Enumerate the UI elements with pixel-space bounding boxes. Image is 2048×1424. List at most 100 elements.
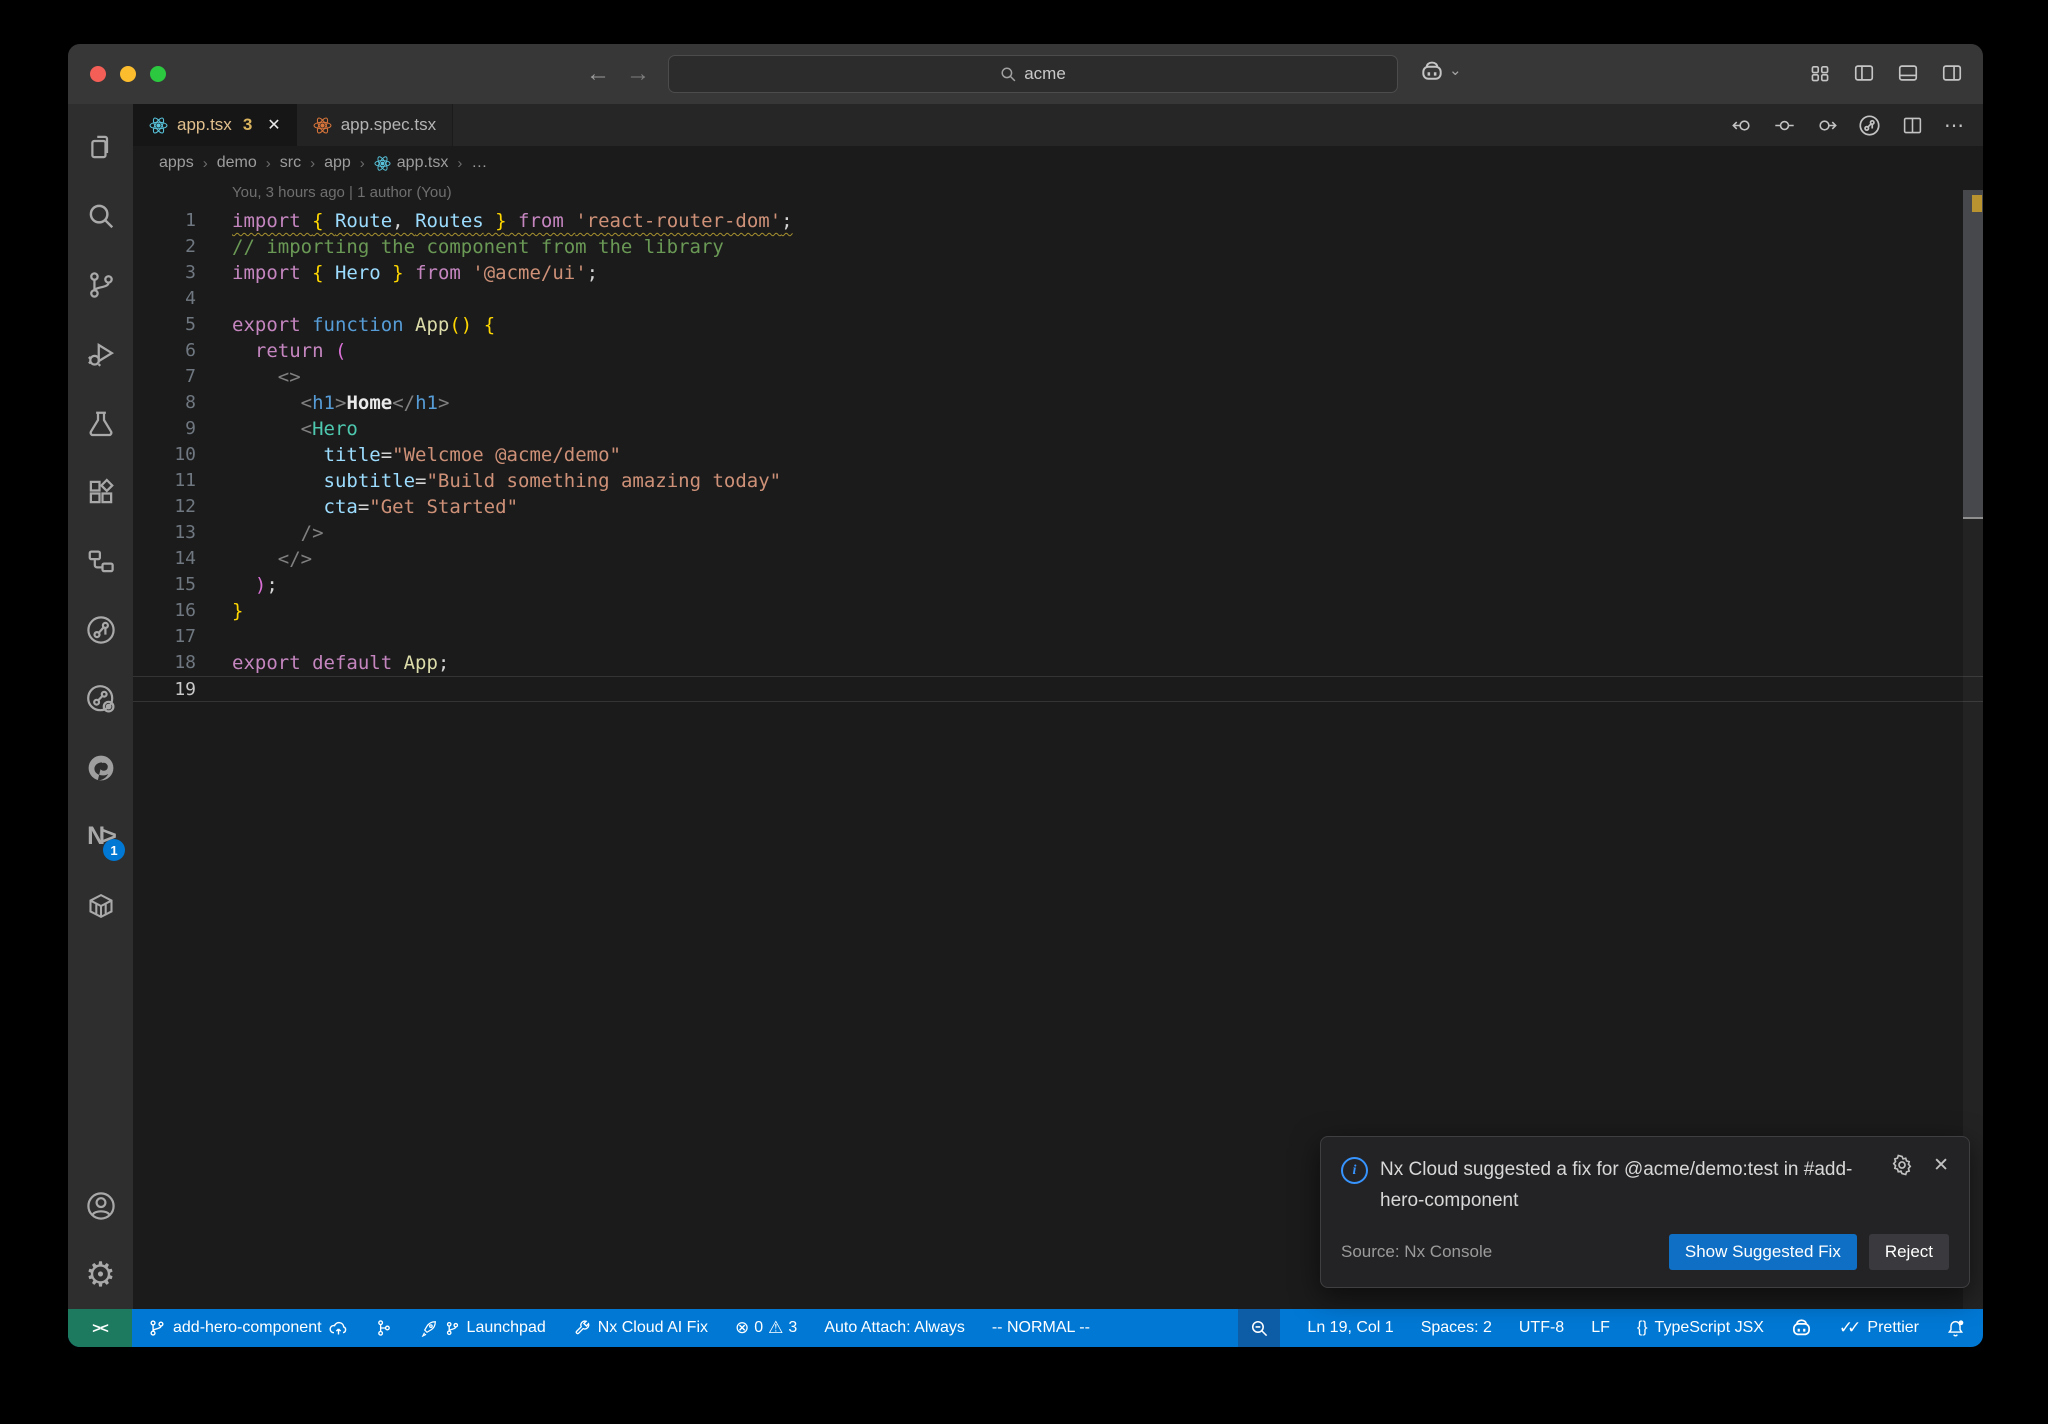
- code-line[interactable]: 6 return (: [133, 338, 1983, 364]
- activity-bar: N> 1 ⚙: [68, 104, 133, 1309]
- auto-attach-item[interactable]: Auto Attach: Always: [824, 1319, 965, 1337]
- line-number: 5: [185, 314, 196, 335]
- testing-icon[interactable]: [68, 388, 133, 457]
- navigate-back-icon[interactable]: [1732, 115, 1753, 136]
- code-line[interactable]: 18 export default App;: [133, 650, 1983, 676]
- zoom-window-button[interactable]: [150, 66, 166, 82]
- breadcrumb-item[interactable]: demo: [217, 154, 257, 172]
- code-line[interactable]: 19: [133, 676, 1983, 702]
- code-line[interactable]: 15 );: [133, 572, 1983, 598]
- explorer-icon[interactable]: [68, 112, 133, 181]
- line-number: 1: [185, 210, 196, 231]
- launchpad-item[interactable]: Launchpad: [420, 1319, 546, 1337]
- search-icon[interactable]: [68, 181, 133, 250]
- reject-button[interactable]: Reject: [1868, 1234, 1949, 1270]
- code-line[interactable]: 2// importing the component from the lib…: [133, 234, 1983, 260]
- code-line[interactable]: 4: [133, 286, 1983, 312]
- zoom-out-item[interactable]: [1238, 1309, 1281, 1347]
- close-window-button[interactable]: [90, 66, 106, 82]
- source-control-icon[interactable]: [68, 250, 133, 319]
- formatter-item[interactable]: ✓✓ Prettier: [1839, 1318, 1919, 1338]
- more-actions-icon[interactable]: ⋯: [1944, 113, 1965, 138]
- command-center-search[interactable]: acme: [668, 55, 1398, 93]
- split-editor-icon[interactable]: [1902, 115, 1923, 136]
- navigate-forward-icon[interactable]: [1816, 115, 1837, 136]
- nx-console-icon[interactable]: N> 1: [68, 802, 133, 871]
- close-tab-icon[interactable]: ✕: [267, 115, 280, 135]
- extensions-icon[interactable]: [68, 457, 133, 526]
- notifications-bell-item[interactable]: [1946, 1319, 1965, 1338]
- code-line[interactable]: 3 import { Hero } from '@acme/ui';: [133, 260, 1983, 286]
- remote-indicator[interactable]: ><: [68, 1309, 132, 1347]
- commit-graph-inspect-icon[interactable]: [68, 664, 133, 733]
- history-forward-button[interactable]: →: [626, 58, 650, 90]
- encoding-item[interactable]: UTF-8: [1519, 1319, 1564, 1337]
- braces-icon: {}: [1636, 1319, 1648, 1336]
- indentation-item[interactable]: Spaces: 2: [1421, 1319, 1492, 1337]
- code-line[interactable]: 1 import { Route, Routes } from 'react-ro…: [133, 208, 1983, 234]
- code-line[interactable]: 17: [133, 624, 1983, 650]
- run-debug-icon[interactable]: [68, 319, 133, 388]
- problems-item[interactable]: ⊗ 0 ⚠ 3: [735, 1318, 797, 1338]
- language-mode-item[interactable]: {} TypeScript JSX: [1637, 1319, 1764, 1337]
- notification-settings-gear-icon[interactable]: [1891, 1154, 1913, 1177]
- status-bar: >< add-hero-component Launchpad Nx Cloud…: [68, 1309, 1983, 1347]
- cursor-position-item[interactable]: Ln 19, Col 1: [1307, 1319, 1393, 1337]
- account-icon[interactable]: [68, 1171, 133, 1240]
- breadcrumb-symbol[interactable]: …: [471, 154, 487, 172]
- line-number: 6: [185, 340, 196, 361]
- code-line[interactable]: 16}: [133, 598, 1983, 624]
- minimize-window-button[interactable]: [120, 66, 136, 82]
- editor[interactable]: apps › demo › src › app › app.tsx › … Yo…: [133, 146, 1983, 1309]
- show-suggested-fix-button[interactable]: Show Suggested Fix: [1668, 1234, 1857, 1270]
- eol-item[interactable]: LF: [1591, 1319, 1610, 1337]
- run-graph-icon[interactable]: [1858, 114, 1881, 137]
- search-icon: [1000, 66, 1017, 83]
- settings-gear-icon[interactable]: ⚙: [68, 1240, 133, 1309]
- containers-icon[interactable]: [68, 871, 133, 940]
- code-line[interactable]: 10 title="Welcmoe @acme/demo": [133, 442, 1983, 468]
- notification-close-icon[interactable]: ✕: [1933, 1154, 1949, 1177]
- toggle-panel-icon[interactable]: [1897, 62, 1919, 84]
- toggle-primary-sidebar-icon[interactable]: [1853, 62, 1875, 84]
- copilot-menu[interactable]: ⌄: [1420, 60, 1462, 84]
- code-line[interactable]: 5 export function App() {: [133, 312, 1983, 338]
- nx-cloud-fix-item[interactable]: Nx Cloud AI Fix: [573, 1319, 708, 1337]
- history-back-button[interactable]: ←: [586, 58, 610, 90]
- edge-tools-icon[interactable]: [68, 733, 133, 802]
- breadcrumb-item[interactable]: src: [280, 154, 301, 172]
- scrollbar-thumb[interactable]: [1963, 190, 1983, 517]
- tab-app-tsx[interactable]: app.tsx 3 ✕: [133, 104, 297, 146]
- line-number: 10: [174, 444, 196, 465]
- vim-mode-item[interactable]: -- NORMAL --: [992, 1319, 1090, 1337]
- code-line[interactable]: 8 <h1>Home</h1>: [133, 390, 1983, 416]
- code-line[interactable]: 11 subtitle="Build something amazing tod…: [133, 468, 1983, 494]
- breadcrumb-file[interactable]: app.tsx: [374, 154, 448, 172]
- code-line[interactable]: 14 </>: [133, 546, 1983, 572]
- breadcrumb-item[interactable]: apps: [159, 154, 194, 172]
- title-bar: ← → acme ⌄: [68, 44, 1983, 104]
- rocket-icon: [420, 1319, 438, 1337]
- copilot-status-item[interactable]: [1791, 1318, 1812, 1339]
- double-check-icon: ✓✓: [1838, 1318, 1861, 1337]
- code-line[interactable]: 9 <Hero: [133, 416, 1983, 442]
- code-line[interactable]: 7 <>: [133, 364, 1983, 390]
- current-position-icon[interactable]: [1774, 115, 1795, 136]
- toggle-secondary-sidebar-icon[interactable]: [1941, 62, 1963, 84]
- react-file-icon: [374, 155, 391, 172]
- project-flow-icon[interactable]: [68, 526, 133, 595]
- git-branch-item[interactable]: add-hero-component: [148, 1319, 348, 1338]
- tab-app-spec-tsx[interactable]: app.spec.tsx: [296, 104, 454, 146]
- code-line[interactable]: 12 cta="Get Started": [133, 494, 1983, 520]
- tab-bar: app.tsx 3 ✕ app.spec.tsx ⋯: [133, 104, 1983, 146]
- customize-layout-icon[interactable]: [1809, 62, 1831, 84]
- line-number: 2: [185, 236, 196, 257]
- copilot-icon: [1791, 1318, 1812, 1339]
- commit-graph-icon[interactable]: [68, 595, 133, 664]
- line-number: 7: [185, 366, 196, 387]
- code-line[interactable]: 13 />: [133, 520, 1983, 546]
- breadcrumb-item[interactable]: app: [324, 154, 351, 172]
- line-number: 4: [185, 288, 196, 309]
- window-controls: [90, 66, 166, 82]
- source-control-graph-item[interactable]: [375, 1319, 393, 1337]
